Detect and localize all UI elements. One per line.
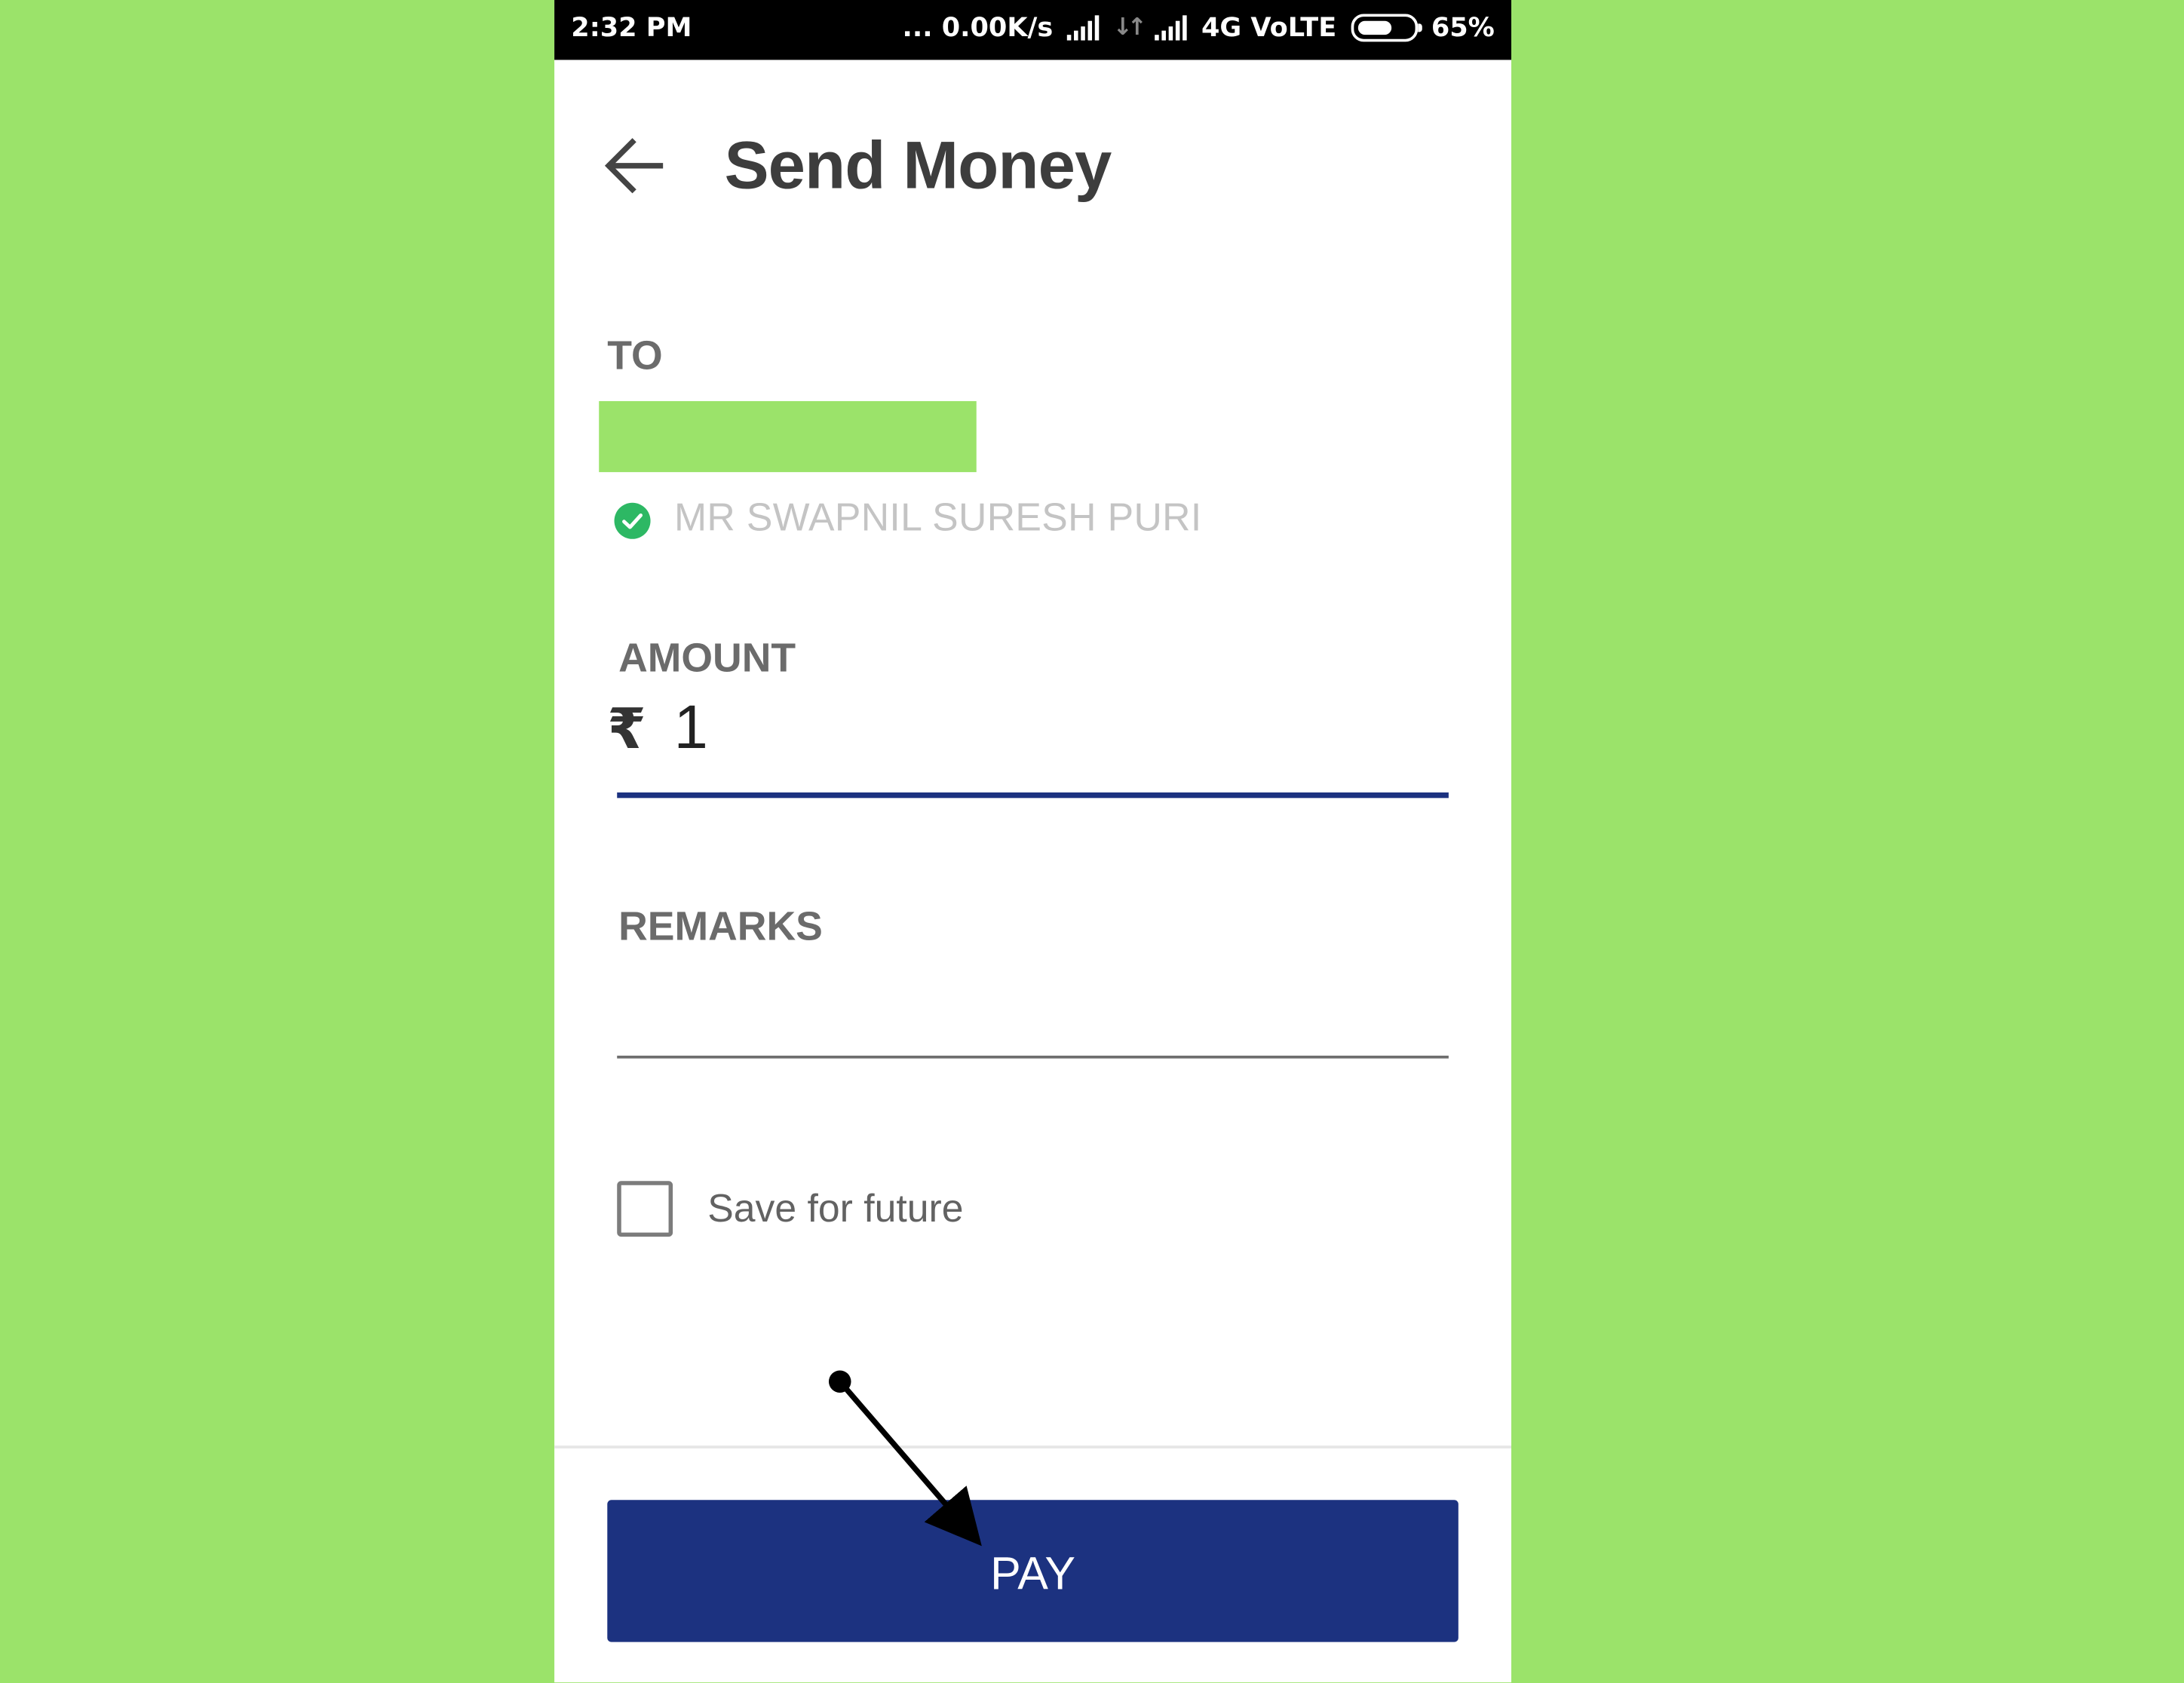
check-circle-icon	[614, 501, 651, 538]
data-transfer-icon: ↓↑	[1112, 14, 1147, 42]
battery-icon	[1350, 14, 1422, 42]
payee-verified-row: MR SWAPNIL SURESH PURI	[613, 496, 1202, 541]
network-type: 4G VoLTE	[1201, 12, 1337, 44]
signal-icon-secondary	[1155, 15, 1188, 41]
amount-field[interactable]: ₹ 1	[607, 694, 708, 763]
battery-percent: 65%	[1431, 12, 1495, 44]
rupee-icon: ₹	[607, 697, 646, 762]
save-for-future-row[interactable]: Save for future	[617, 1181, 963, 1237]
signal-icon	[1066, 15, 1100, 41]
remarks-input[interactable]	[617, 974, 1449, 1059]
payee-name: MR SWAPNIL SURESH PURI	[673, 495, 1202, 539]
payee-account-redacted	[599, 400, 977, 473]
page-title: Send Money	[724, 129, 1112, 204]
status-bar: 2:32 PM ... 0.00K/s ↓↑ 4G VoLTE 65%	[554, 0, 1511, 60]
network-speed: ... 0.00K/s	[902, 12, 1054, 44]
battery-level	[1357, 20, 1392, 35]
remarks-label: REMARKS	[618, 905, 823, 950]
screenshot-canvas: 2:32 PM ... 0.00K/s ↓↑ 4G VoLTE 65% Send…	[0, 0, 2184, 1683]
bottom-divider	[554, 1445, 1511, 1448]
amount-underline	[617, 792, 1449, 799]
pay-button-label: PAY	[990, 1547, 1075, 1599]
phone-screen: 2:32 PM ... 0.00K/s ↓↑ 4G VoLTE 65% Send…	[554, 0, 1511, 1683]
arrow-left-icon[interactable]	[602, 133, 666, 198]
save-for-future-checkbox[interactable]	[617, 1181, 673, 1237]
pay-button[interactable]: PAY	[607, 1500, 1459, 1642]
amount-input[interactable]: 1	[674, 694, 708, 763]
amount-label: AMOUNT	[618, 636, 796, 682]
status-time: 2:32 PM	[571, 12, 692, 44]
to-label: TO	[607, 334, 663, 379]
status-indicators: ... 0.00K/s ↓↑ 4G VoLTE 65%	[903, 13, 1495, 44]
save-for-future-label: Save for future	[707, 1186, 964, 1230]
